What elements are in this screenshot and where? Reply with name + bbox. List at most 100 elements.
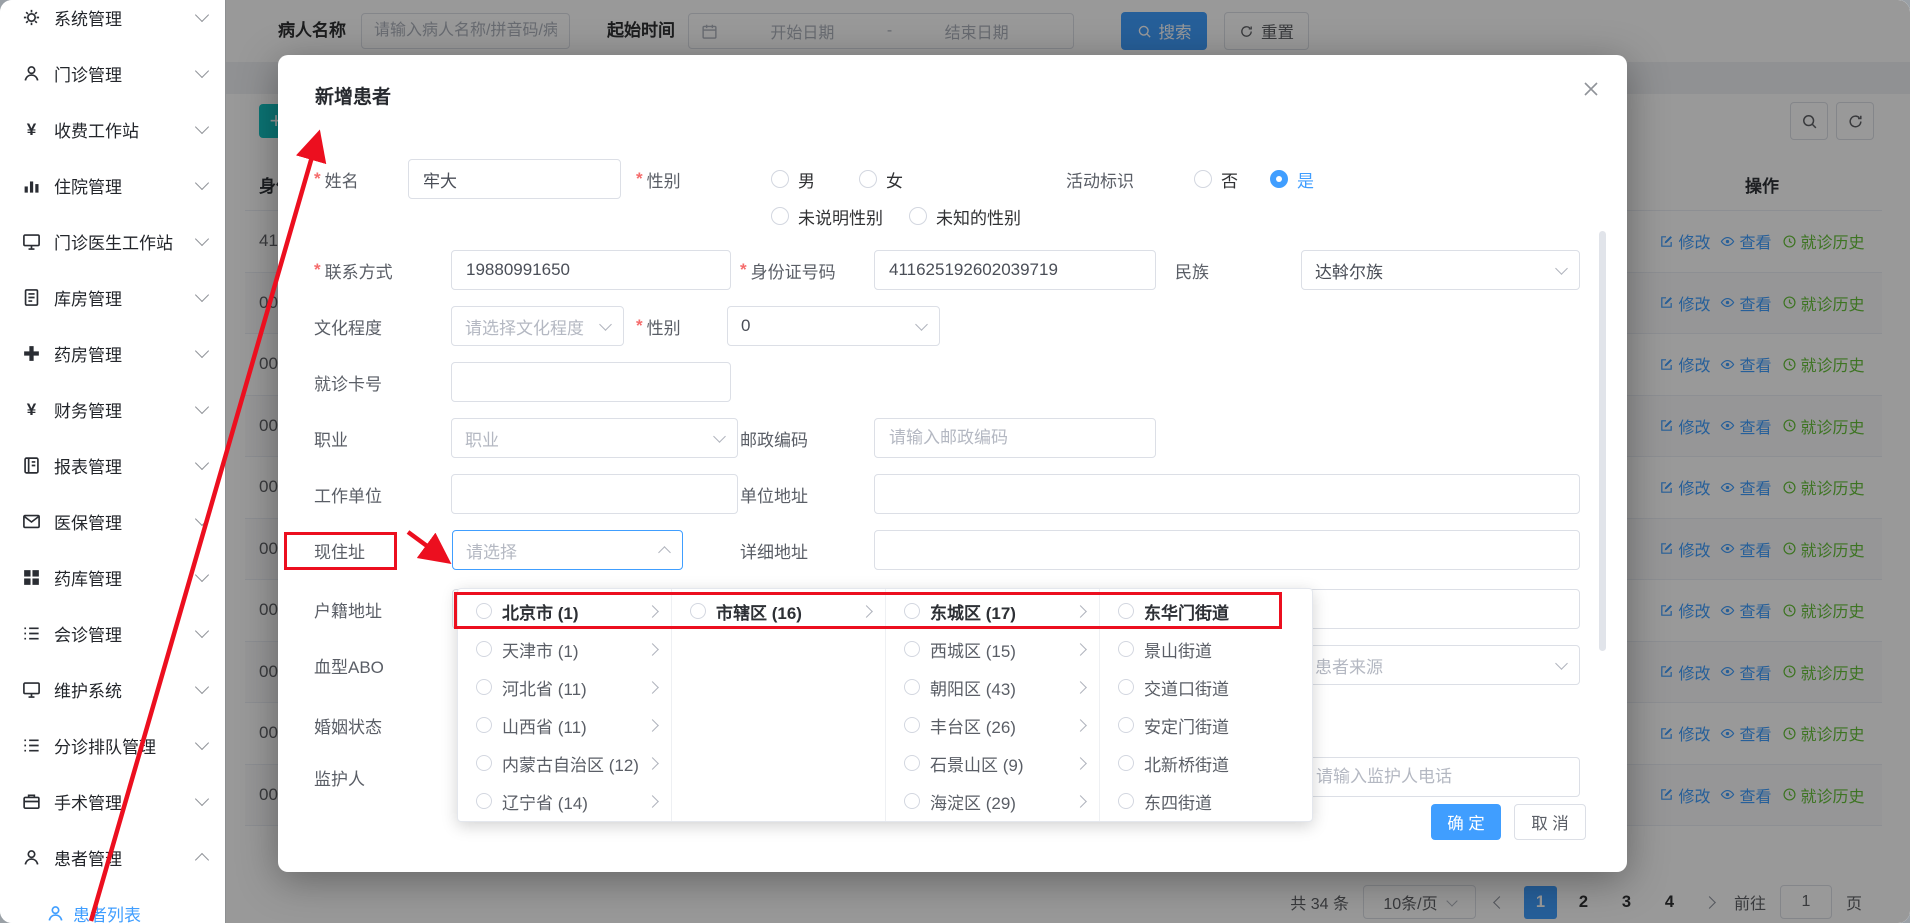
guardian-label: 监护人 [314,757,365,797]
radio-icon [476,793,492,809]
cascader-option[interactable]: 辽宁省 (14) [458,782,671,820]
radio-gender-male[interactable]: 男 [771,159,815,199]
sidebar-item-drugstore-management[interactable]: 药库管理 [0,549,225,605]
unit-address-label: 单位地址 [740,474,808,514]
sidebar-item-label: 手术管理 [54,789,184,814]
chevron-right-icon [1074,681,1087,694]
radio-icon [904,755,920,771]
radio-gender-unstated[interactable]: 未说明性别 [771,196,883,236]
chevron-right-icon [646,795,659,808]
sidebar-item-label: 医保管理 [54,509,184,534]
radio-icon [1118,755,1134,771]
guardian-phone-input[interactable] [1301,757,1580,797]
sidebar-item-finance-management[interactable]: ¥ 财务管理 [0,381,225,437]
occupation-select[interactable]: 职业 [451,418,738,458]
cascader-column-province: 北京市 (1) 天津市 (1) 河北省 (11) 山西省 [458,589,671,821]
radio-gender-unknown[interactable]: 未知的性别 [909,196,1021,236]
sidebar-item-label: 药房管理 [54,341,184,366]
cascader-option[interactable]: 河北省 (11) [458,668,671,706]
chevron-down-icon [195,736,209,750]
active-flag-label: 活动标识 [1066,159,1134,199]
required-mark: * [740,260,747,280]
id-number-input[interactable] [874,250,1156,290]
sidebar-item-warehouse-management[interactable]: 库房管理 [0,269,225,325]
radio-checked-icon [1270,170,1288,188]
radio-active-yes[interactable]: 是 [1270,159,1314,199]
current-address-cascader-select[interactable]: 请选择 [452,530,683,570]
cascader-option[interactable]: 北新桥街道 [1100,744,1313,782]
contact-input[interactable] [451,250,731,290]
chevron-right-icon [646,643,659,656]
cascader-option[interactable]: 东华门街道 [1100,592,1313,630]
address-cascader-dropdown: 北京市 (1) 天津市 (1) 河北省 (11) 山西省 [457,588,1313,822]
cascader-option[interactable]: 丰台区 (26) [886,706,1099,744]
cascader-option[interactable]: 海淀区 (29) [886,782,1099,820]
cascader-option[interactable]: 东四街道 [1100,782,1313,820]
sidebar-item-label: 收费工作站 [54,117,184,142]
work-unit-input[interactable] [451,474,738,514]
postal-input[interactable] [874,418,1156,458]
cascader-option[interactable]: 天津市 (1) [458,630,671,668]
cascader-option[interactable]: 安定门街道 [1100,706,1313,744]
cascader-option[interactable]: 内蒙古自治区 (12) [458,744,671,782]
chevron-down-icon [195,64,209,78]
sidebar-item-outpatient-doctor-workstation[interactable]: 门诊医生工作站 [0,213,225,269]
ethnicity-select[interactable]: 达斡尔族 [1301,250,1580,290]
chevron-right-icon [1074,757,1087,770]
radio-icon [771,170,789,188]
radio-active-no[interactable]: 否 [1194,159,1238,199]
chevron-up-icon [195,852,209,866]
sidebar-item-charging-workstation[interactable]: ¥ 收费工作站 [0,101,225,157]
modal-title: 新增患者 [315,82,391,109]
cascader-option[interactable]: 景山街道 [1100,630,1313,668]
sidebar-item-consultation-management[interactable]: 会诊管理 [0,605,225,661]
sidebar-item-insurance-management[interactable]: 医保管理 [0,493,225,549]
sidebar-item-label: 系统管理 [54,5,184,30]
gender2-select[interactable]: 0 [727,306,940,346]
sidebar-item-patient-management[interactable]: 患者管理 [0,829,225,885]
id-number-label: *身份证号码 [740,250,836,290]
chevron-right-icon [1074,795,1087,808]
cascader-option[interactable]: 石景山区 (9) [886,744,1099,782]
name-input[interactable] [408,159,621,199]
sidebar-item-outpatient-management[interactable]: 门诊管理 [0,45,225,101]
sidebar-item-pharmacy-management[interactable]: 药房管理 [0,325,225,381]
cascader-option[interactable]: 北京市 (1) [458,592,671,630]
chevron-down-icon [195,624,209,638]
patient-source-select[interactable]: 患者来源 [1301,645,1580,685]
cascader-option[interactable]: 山西省 (11) [458,706,671,744]
cancel-button[interactable]: 取 消 [1514,804,1586,840]
mail-icon [22,512,41,531]
sidebar-item-report-management[interactable]: 报表管理 [0,437,225,493]
sidebar-item-maintenance-system[interactable]: 维护系统 [0,661,225,717]
card-no-input[interactable] [451,362,731,402]
chevron-down-icon [195,120,209,134]
sidebar-item-triage-queue-management[interactable]: 分诊排队管理 [0,717,225,773]
sidebar-item-patient-list[interactable]: 患者列表 [0,885,225,923]
sidebar-item-label: 住院管理 [54,173,184,198]
sidebar-item-inpatient-management[interactable]: 住院管理 [0,157,225,213]
close-icon[interactable] [1581,79,1601,99]
chevron-down-icon [195,400,209,414]
sidebar-item-surgery-management[interactable]: 手术管理 [0,773,225,829]
yen-icon: ¥ [22,400,41,419]
education-select[interactable]: 请选择文化程度 [451,306,624,346]
detail-address-input[interactable] [874,530,1580,570]
radio-gender-female[interactable]: 女 [859,159,903,199]
unit-address-input[interactable] [874,474,1580,514]
confirm-button[interactable]: 确 定 [1431,804,1501,840]
cascader-option[interactable]: 朝阳区 (43) [886,668,1099,706]
cascader-option[interactable]: 东城区 (17) [886,592,1099,630]
chevron-down-icon [195,176,209,190]
radio-icon [1118,603,1134,619]
cascader-option[interactable]: 西城区 (15) [886,630,1099,668]
cascader-option[interactable]: 市辖区 (16) [672,592,885,630]
cascader-option[interactable]: 交道口街道 [1100,668,1313,706]
sidebar-item-label: 患者管理 [54,845,184,870]
modal-scrollbar[interactable] [1599,231,1606,651]
sidebar-item-system-management[interactable]: 系统管理 [0,0,225,45]
bar-chart-icon [22,176,41,195]
chevron-down-icon [195,792,209,806]
gender-label: *性别 [636,159,681,199]
radio-icon [476,641,492,657]
